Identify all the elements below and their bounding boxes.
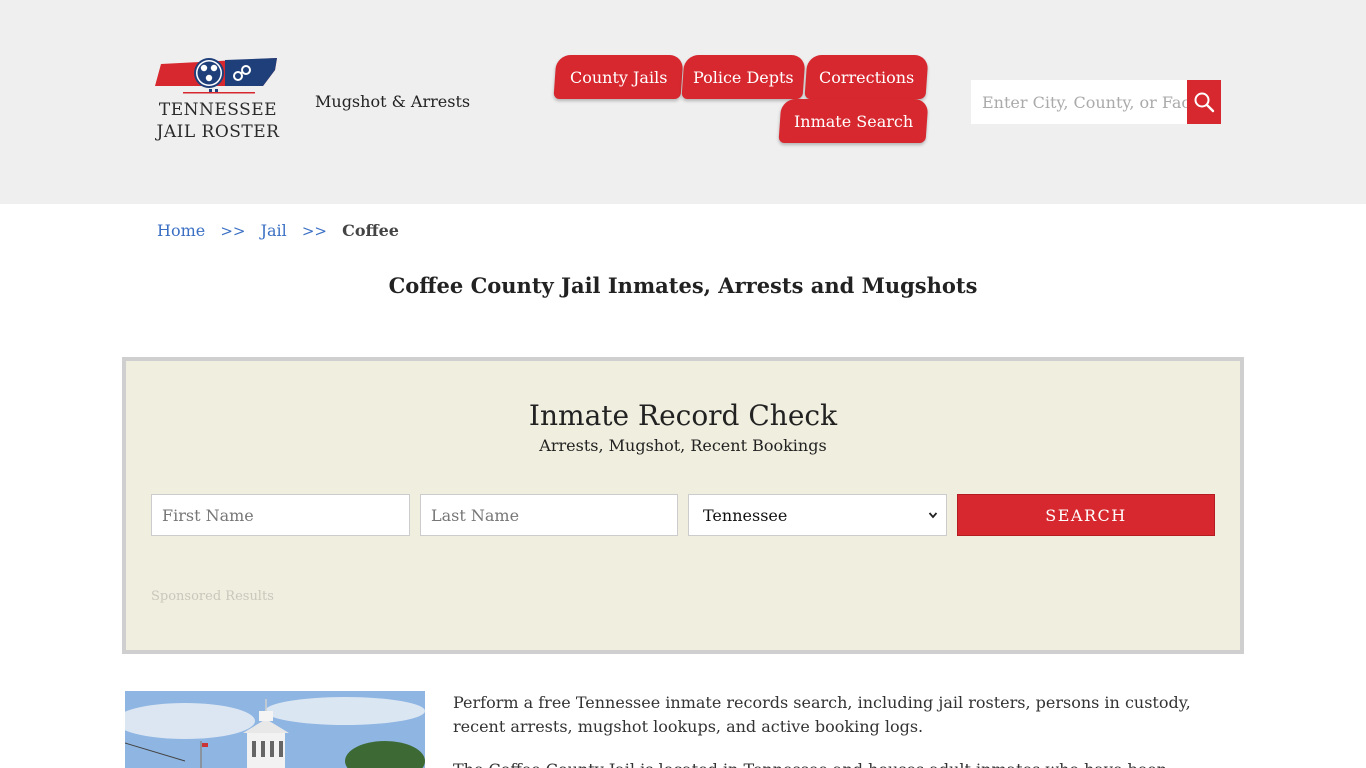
intro-paragraph: Perform a free Tennessee inmate records …: [453, 693, 1191, 736]
tennessee-flag-logo-icon: [155, 58, 277, 94]
record-check-title: Inmate Record Check: [528, 399, 838, 432]
search-icon: [1194, 92, 1215, 113]
record-search-label: SEARCH: [1045, 505, 1127, 525]
last-name-input[interactable]: [420, 494, 678, 536]
breadcrumb-current: Coffee: [342, 221, 399, 240]
first-name-input[interactable]: [151, 494, 410, 536]
state-select[interactable]: Tennessee: [688, 494, 947, 536]
courthouse-image-icon: [125, 691, 425, 768]
breadcrumb-home-link[interactable]: Home: [157, 221, 205, 240]
logo-text-line1: TENNESSEE: [158, 100, 278, 120]
state-select-value: Tennessee: [703, 505, 788, 525]
nav-police-depts-button[interactable]: Police Depts: [681, 55, 806, 99]
nav-inmate-search-label: Inmate Search: [793, 111, 914, 131]
breadcrumb-separator: >>: [220, 222, 246, 240]
courthouse-photo: [125, 691, 425, 768]
page-title: Coffee County Jail Inmates, Arrests and …: [388, 273, 978, 298]
nav-county-jails-label: County Jails: [569, 67, 668, 87]
nav-county-jails-button[interactable]: County Jails: [553, 55, 684, 99]
record-check-subtitle: Arrests, Mugshot, Recent Bookings: [539, 436, 827, 455]
record-search-button[interactable]: SEARCH: [957, 494, 1215, 536]
jail-description-paragraph: The Coffee County Jail is located in Ten…: [453, 758, 1233, 768]
facility-search-button[interactable]: [1187, 80, 1221, 124]
sponsored-results-label: Sponsored Results: [151, 589, 274, 604]
inmate-record-check-panel: Inmate Record Check Arrests, Mugshot, Re…: [122, 357, 1244, 654]
facility-search: [971, 80, 1221, 124]
site-tagline: Mugshot & Arrests: [315, 92, 471, 111]
chevron-down-icon: [928, 512, 938, 519]
nav-inmate-search-button[interactable]: Inmate Search: [778, 99, 929, 143]
nav-corrections-label: Corrections: [818, 67, 915, 87]
breadcrumb-separator: >>: [301, 222, 327, 240]
breadcrumb: Home >> Jail >> Coffee: [157, 221, 399, 240]
site-logo[interactable]: TENNESSEE JAIL ROSTER: [153, 56, 283, 148]
site-header: TENNESSEE JAIL ROSTER Mugshot & Arrests …: [0, 0, 1366, 204]
logo-text-line2: JAIL ROSTER: [156, 122, 280, 142]
facility-search-input[interactable]: [971, 80, 1187, 124]
nav-police-depts-label: Police Depts: [693, 67, 794, 87]
breadcrumb-jail-link[interactable]: Jail: [261, 221, 287, 240]
nav-corrections-button[interactable]: Corrections: [804, 55, 929, 99]
